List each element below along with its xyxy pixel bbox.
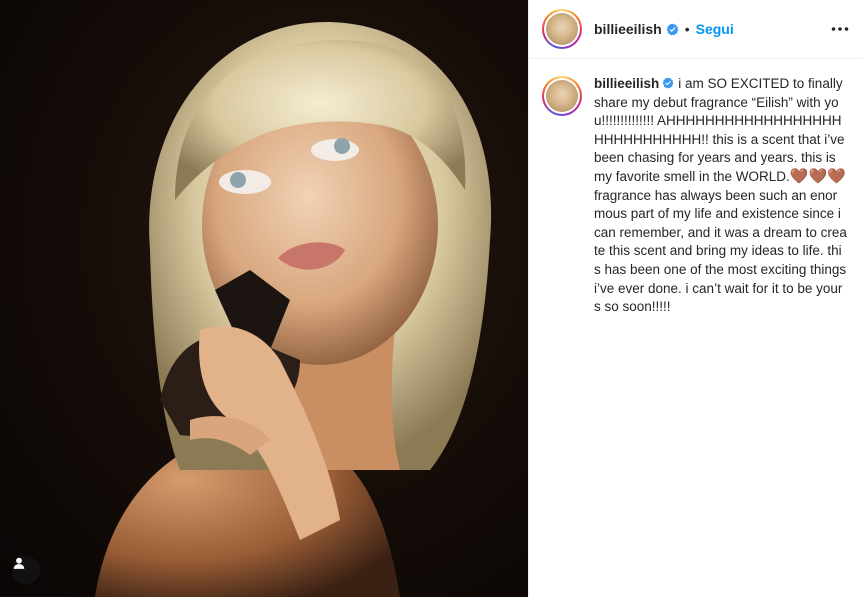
more-options-button[interactable] xyxy=(831,26,849,32)
caption-avatar[interactable] xyxy=(542,76,582,116)
verified-badge-icon xyxy=(662,77,674,89)
post-sidebar: billieeilish • Segui billieeilish i am SO… xyxy=(528,0,863,597)
caption-username[interactable]: billieeilish xyxy=(594,76,659,91)
caption-section: billieeilish i am SO EXCITED to finally s… xyxy=(529,59,863,317)
user-tag-icon xyxy=(13,557,25,569)
brown-hearts-emoji: 🤎🤎🤎 xyxy=(789,167,846,185)
verified-badge-icon xyxy=(666,23,679,35)
avatar[interactable] xyxy=(542,9,582,49)
caption-text: billieeilish i am SO EXCITED to finally s… xyxy=(594,75,847,317)
follow-button[interactable]: Segui xyxy=(696,21,734,37)
post-header: billieeilish • Segui xyxy=(529,0,863,59)
photo-illustration xyxy=(95,21,492,597)
instagram-post: billieeilish • Segui billieeilish i am SO… xyxy=(0,0,863,597)
more-horizontal-icon xyxy=(831,27,849,31)
separator-dot: • xyxy=(684,21,690,37)
caption-body-2: fragrance has always been such an enormo… xyxy=(594,187,847,315)
post-photo[interactable] xyxy=(0,0,528,597)
tagged-users-button[interactable] xyxy=(12,556,40,584)
header-username[interactable]: billieeilish xyxy=(594,21,662,37)
